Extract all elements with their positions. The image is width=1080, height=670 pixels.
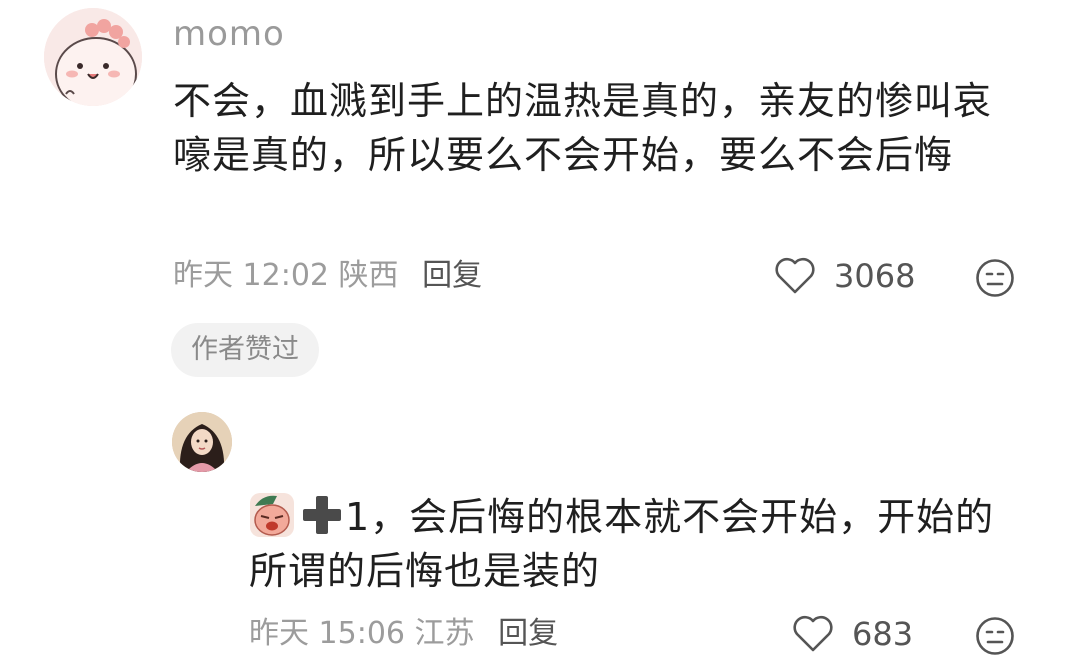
comment-time: 昨天 12:02: [173, 258, 329, 293]
reply-like-button[interactable]: 683: [792, 614, 913, 654]
meh-face-icon: [976, 617, 1014, 655]
reply-button[interactable]: 回复: [422, 258, 482, 293]
avatar[interactable]: [44, 8, 142, 106]
reply-time: 昨天 15:06: [249, 616, 405, 651]
author-liked-badge: 作者赞过: [171, 323, 319, 377]
reply-avatar[interactable]: [172, 412, 232, 472]
reply-avatar-image: [172, 412, 232, 472]
reply-text-block: 1，会后悔的根本就不会开始，开始的所谓的后悔也是装的: [249, 490, 1029, 598]
reply-reply-button[interactable]: 回复: [498, 616, 558, 651]
heart-outline-icon: [775, 257, 815, 294]
crying-face-sticker-icon: [249, 492, 295, 538]
heart-outline-icon: [793, 615, 833, 652]
plus-icon: [299, 492, 345, 538]
reply-meta: 昨天 15:06 江苏 回复: [249, 614, 558, 654]
comment-username[interactable]: momo: [173, 12, 285, 56]
reply-dislike-button[interactable]: [975, 616, 1015, 660]
like-button[interactable]: 3068: [774, 256, 915, 296]
reply-location: 江苏: [414, 616, 475, 651]
like-count: 3068: [834, 257, 916, 295]
reply-like-count: 683: [852, 615, 914, 653]
dislike-button[interactable]: [975, 258, 1015, 302]
reply-text: 1，会后悔的根本就不会开始，开始的所谓的后悔也是装的: [249, 495, 995, 593]
comment-location: 陕西: [338, 258, 399, 293]
comment-meta: 昨天 12:02 陕西 回复: [173, 256, 482, 296]
avatar-image: [44, 8, 142, 106]
meh-face-icon: [976, 259, 1014, 297]
comment-text: 不会，血溅到手上的温热是真的，亲友的惨叫哀嚎是真的，所以要么不会开始，要么不会后…: [173, 79, 993, 177]
comment-thread: momo 不会，血溅到手上的温热是真的，亲友的惨叫哀嚎是真的，所以要么不会开始，…: [0, 0, 1080, 670]
